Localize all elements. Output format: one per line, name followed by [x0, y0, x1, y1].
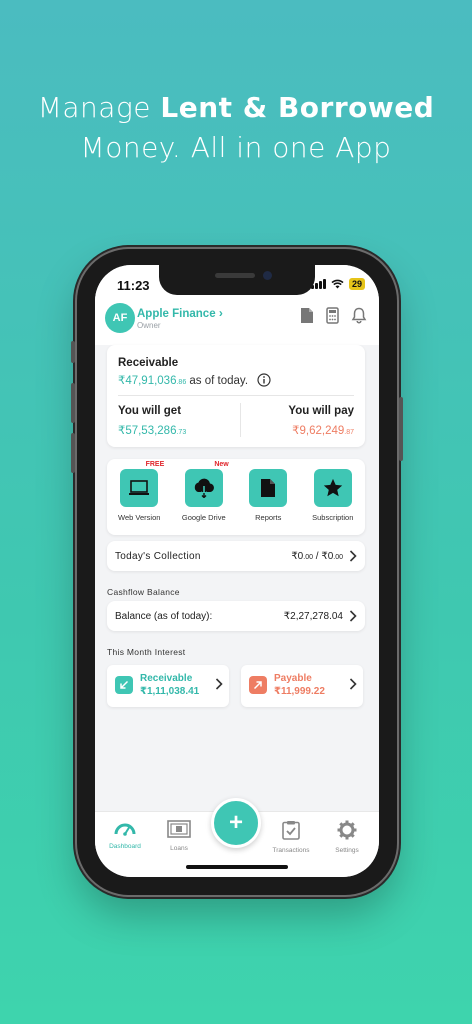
interest-payable-value: ₹11,999.22: [274, 686, 325, 697]
bell-icon[interactable]: [351, 307, 367, 324]
todays-collection-row[interactable]: Today's Collection ₹0.00 / ₹0.00: [107, 541, 365, 571]
org-switcher[interactable]: Apple Finance ›: [137, 306, 223, 320]
chevron-right-icon: [349, 678, 357, 690]
receivable-summary: ₹47,91,036.86 as of today.: [118, 375, 249, 387]
tile-google-drive[interactable]: New Google Drive: [175, 461, 233, 522]
battery-indicator: 29: [348, 278, 365, 290]
you-will-pay-amount: ₹9,62,249.87: [292, 425, 354, 437]
speedometer-icon: [114, 823, 136, 836]
status-icons: 29: [310, 278, 365, 290]
tile-reports[interactable]: Reports: [239, 469, 297, 522]
tab-dashboard[interactable]: Dashboard: [97, 820, 153, 850]
cashflow-balance-row[interactable]: Balance (as of today): ₹2,27,278.04: [107, 601, 365, 631]
app-screen: 11:23 29 AF Apple Finance › Owner Receiv…: [95, 265, 379, 877]
new-badge: New: [214, 461, 229, 468]
chevron-right-icon: [349, 610, 357, 622]
cashflow-section-title: Cashflow Balance: [107, 587, 180, 597]
app-header: AF Apple Finance › Owner: [95, 301, 379, 345]
volume-down-button: [71, 433, 75, 473]
interest-receivable-card[interactable]: Receivable ₹1,11,038.41: [107, 665, 229, 707]
speaker: [215, 273, 255, 278]
plus-icon: +: [228, 809, 243, 836]
calculator-icon[interactable]: [326, 307, 339, 324]
card-divider: [118, 395, 354, 396]
add-button[interactable]: +: [211, 798, 261, 848]
you-will-get-label: You will get: [118, 405, 182, 417]
interest-section-title: This Month Interest: [107, 647, 186, 657]
interest-payable-label: Payable: [274, 673, 312, 684]
cashflow-balance-value: ₹2,27,278.04: [283, 610, 343, 622]
wifi-icon: [331, 279, 344, 289]
arrow-up-right-icon: [249, 676, 267, 694]
status-time: 11:23: [117, 278, 150, 293]
home-indicator: [186, 865, 288, 869]
headline: Manage Lent & Borrowed Money. All in one…: [0, 88, 472, 168]
chevron-right-icon: [215, 678, 223, 690]
star-icon: [313, 469, 352, 507]
tab-transactions[interactable]: Transactions: [263, 820, 319, 854]
chevron-right-icon: [349, 550, 357, 562]
bottom-tab-bar: Dashboard Loans + Transactions Settings: [95, 798, 379, 877]
camera: [263, 271, 272, 280]
receivable-label: Receivable: [118, 357, 179, 369]
cash-icon: [167, 820, 191, 838]
cloud-download-icon: [184, 469, 223, 507]
tile-web-version[interactable]: FREE Web Version: [110, 461, 168, 522]
receivable-card[interactable]: Receivable ₹47,91,036.86 as of today. Yo…: [107, 345, 365, 447]
tab-settings[interactable]: Settings: [319, 820, 375, 854]
arrow-down-left-icon: [115, 676, 133, 694]
you-will-get-amount: ₹57,53,286.73: [118, 425, 187, 437]
interest-receivable-label: Receivable: [140, 673, 193, 684]
avatar[interactable]: AF: [105, 303, 135, 333]
chevron-right-icon: ›: [218, 306, 223, 320]
volume-up-button: [71, 383, 75, 423]
phone-frame: 11:23 29 AF Apple Finance › Owner Receiv…: [71, 249, 403, 895]
org-role: Owner: [137, 321, 161, 330]
interest-receivable-value: ₹1,11,038.41: [140, 686, 200, 697]
headline-line-2: Money. All in one App: [80, 131, 392, 164]
tab-loans[interactable]: Loans: [151, 820, 207, 852]
document-icon: [249, 469, 288, 507]
power-button: [399, 397, 403, 461]
header-actions: [300, 307, 367, 324]
headline-line-1: Manage Lent & Borrowed: [37, 91, 435, 124]
todays-collection-label: Today's Collection: [115, 550, 201, 562]
laptop-icon: [120, 469, 159, 507]
info-icon[interactable]: [257, 373, 271, 387]
free-badge: FREE: [145, 461, 165, 468]
gear-icon: [337, 820, 357, 840]
tile-subscription[interactable]: Subscription: [304, 469, 362, 522]
quick-actions-card: FREE Web Version New Google Drive Report…: [107, 459, 365, 535]
clipboard-check-icon: [282, 821, 300, 840]
notch: [159, 265, 315, 295]
you-will-pay-label: You will pay: [288, 405, 354, 417]
document-icon[interactable]: [300, 307, 314, 324]
mute-switch: [71, 341, 75, 363]
interest-payable-card[interactable]: Payable ₹11,999.22: [241, 665, 363, 707]
cashflow-balance-label: Balance (as of today):: [115, 610, 213, 622]
card-divider-vertical: [240, 403, 241, 437]
todays-collection-value: ₹0.00 / ₹0.00: [291, 550, 343, 562]
